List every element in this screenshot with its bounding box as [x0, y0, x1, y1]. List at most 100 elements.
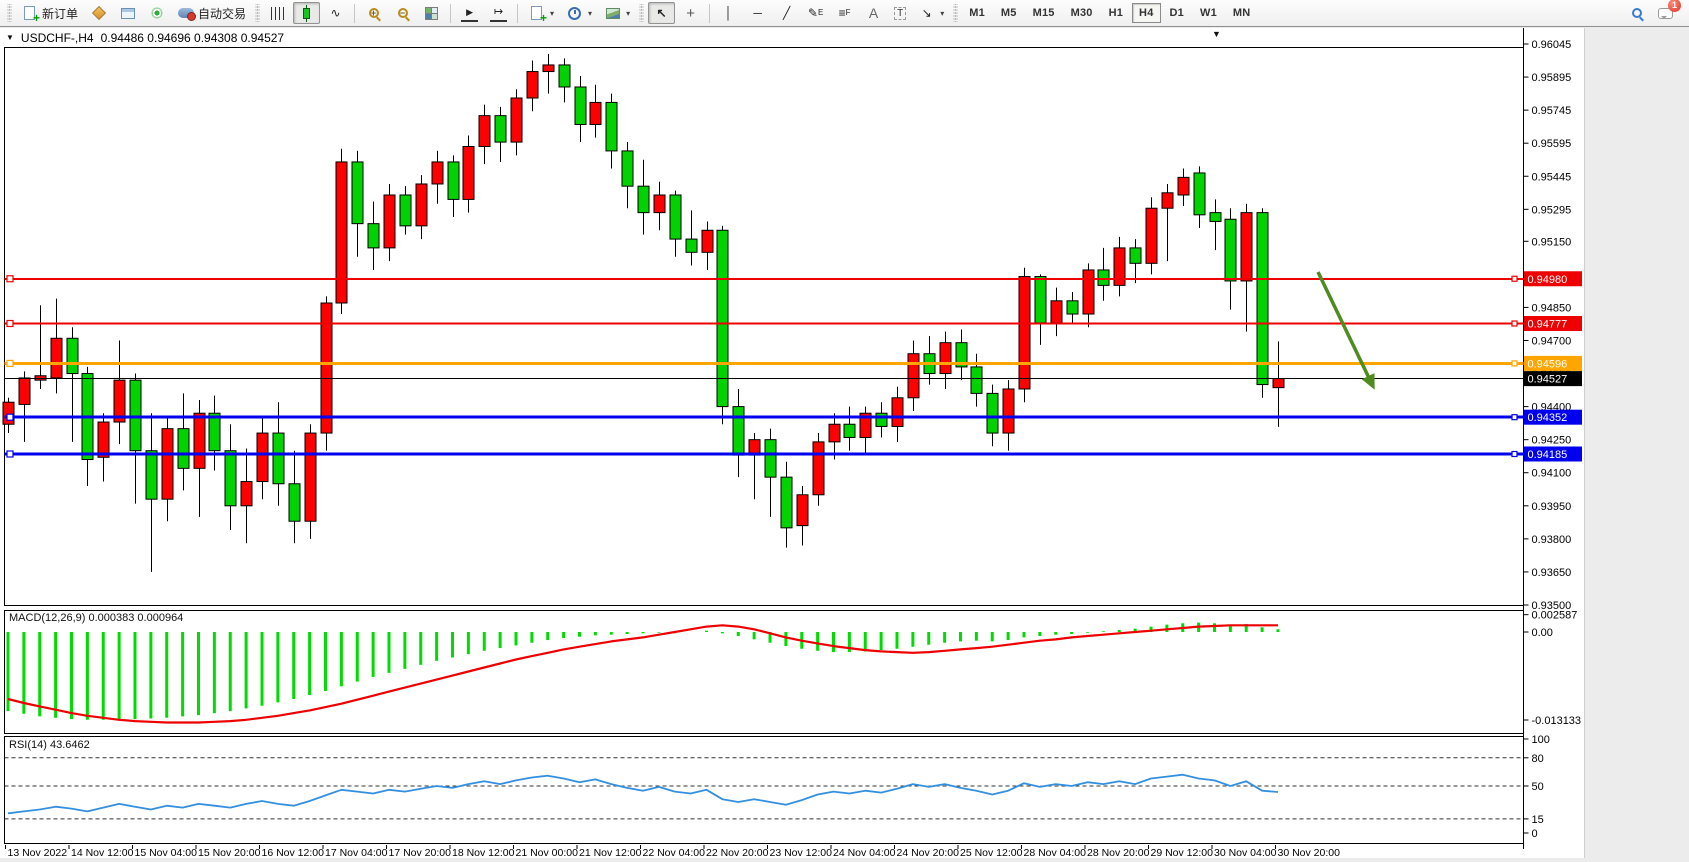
bottom-filler [0, 858, 1689, 862]
horizontal-line-tool-button[interactable]: ─ [744, 2, 771, 24]
fibonacci-icon: ≡F [836, 5, 853, 22]
tile-windows-button[interactable] [418, 2, 445, 24]
svg-text:0.95295: 0.95295 [1532, 204, 1572, 216]
mt4-terminal: { "toolbar": { "new_order_label": "新订单",… [0, 0, 1689, 862]
tf-button-m1[interactable]: M1 [962, 3, 992, 23]
fibonacci-tool-button[interactable]: ≡F [831, 2, 858, 24]
svg-text:0.002587: 0.002587 [1532, 610, 1578, 622]
auto-scroll-button[interactable]: ▶ [456, 2, 483, 24]
collapse-icon[interactable]: ▼ [6, 33, 14, 42]
clock-icon [568, 7, 581, 20]
svg-text:0.94700: 0.94700 [1532, 335, 1572, 347]
window-icon [121, 8, 135, 19]
auto-scroll-icon: ▶ [461, 5, 478, 22]
text-label-tool-button[interactable]: T [889, 2, 911, 24]
templates-button[interactable]: ▾ [599, 2, 635, 24]
channel-icon: ✎E [807, 5, 824, 22]
arrows-tool-button[interactable]: ↘ ▾ [913, 2, 949, 24]
toolbar-grip[interactable] [255, 4, 260, 22]
arrows-icon: ↘ [918, 5, 935, 22]
chart-shift-marker-icon[interactable]: ▼ [1212, 29, 1221, 39]
horiz-line-icon: ─ [749, 5, 766, 22]
svg-text:0: 0 [1532, 828, 1538, 840]
line-chart-button[interactable]: ∿ [322, 2, 349, 24]
tf-button-m30[interactable]: M30 [1064, 3, 1100, 23]
template-icon [606, 8, 620, 19]
bar-chart-button[interactable] [264, 2, 291, 24]
tf-button-d1[interactable]: D1 [1163, 3, 1191, 23]
signal-icon [151, 7, 163, 19]
trendline-tool-button[interactable]: ╱ [773, 2, 800, 24]
svg-text:0.93650: 0.93650 [1532, 567, 1572, 579]
svg-text:100: 100 [1532, 734, 1550, 746]
tile-windows-icon [425, 7, 438, 20]
chart-window: 0.960450.958950.957450.955950.954450.952… [0, 28, 1689, 862]
new-order-label: 新订单 [42, 5, 78, 22]
rsi-indicator-label: RSI(14) 43.6462 [9, 739, 90, 751]
auto-trading-button[interactable]: 自动交易 [172, 2, 251, 24]
svg-text:0.94100: 0.94100 [1532, 468, 1572, 480]
auto-trading-icon [178, 8, 194, 18]
cursor-tool-button[interactable]: ↖ [648, 2, 675, 24]
svg-text:0.94596: 0.94596 [1528, 358, 1568, 370]
svg-text:0.95595: 0.95595 [1532, 138, 1572, 150]
periods-button[interactable]: ▾ [561, 2, 597, 24]
zoom-out-button[interactable]: − [389, 2, 416, 24]
svg-text:-0.013133: -0.013133 [1532, 715, 1582, 727]
candlestick-chart-button[interactable] [293, 2, 320, 24]
trendline-icon: ╱ [778, 5, 795, 22]
chart-shift-button[interactable]: ↦ [485, 2, 512, 24]
channel-tool-button[interactable]: ✎E [802, 2, 829, 24]
svg-text:0.94980: 0.94980 [1528, 274, 1568, 286]
svg-text:0.93800: 0.93800 [1532, 534, 1572, 546]
zoom-in-icon: + [369, 8, 379, 18]
toolbar-grip[interactable] [953, 4, 958, 22]
vertical-line-tool-button[interactable]: │ [715, 2, 742, 24]
vert-line-icon: │ [720, 5, 737, 22]
new-order-icon: + [24, 6, 35, 20]
market-watch-button[interactable] [114, 2, 141, 24]
new-chart-button[interactable]: + ▾ [523, 2, 559, 24]
svg-text:0.94850: 0.94850 [1532, 302, 1572, 314]
right-panel-filler [1584, 28, 1689, 862]
bar-chart-icon [271, 7, 284, 20]
svg-text:0.95150: 0.95150 [1532, 236, 1572, 248]
toolbar-grip[interactable] [639, 4, 644, 22]
svg-text:0.93950: 0.93950 [1532, 501, 1572, 513]
price-tag-button[interactable] [85, 2, 112, 24]
svg-text:0.94185: 0.94185 [1528, 449, 1568, 461]
macd-indicator-label: MACD(12,26,9) 0.000383 0.000964 [9, 612, 183, 624]
candlestick-icon [303, 8, 310, 19]
signal-button[interactable] [143, 2, 170, 24]
toolbar-grip[interactable] [7, 4, 12, 22]
crosshair-icon: + [682, 5, 699, 22]
chart-canvas[interactable]: 0.960450.958950.957450.955950.954450.952… [0, 28, 1689, 862]
search-button[interactable] [1628, 5, 1645, 22]
tf-button-w1[interactable]: W1 [1193, 3, 1224, 23]
chart-title-ohlc: 0.94486 0.94696 0.94308 0.94527 [101, 31, 285, 45]
chart-shift-icon: ↦ [490, 5, 507, 22]
tf-button-h4[interactable]: H4 [1132, 3, 1160, 23]
zoom-in-button[interactable]: + [360, 2, 387, 24]
crosshair-tool-button[interactable]: + [677, 2, 704, 24]
svg-text:0.95745: 0.95745 [1532, 105, 1572, 117]
tf-button-m5[interactable]: M5 [994, 3, 1024, 23]
tf-button-mn[interactable]: MN [1226, 3, 1258, 23]
notification-badge: 1 [1668, 0, 1681, 12]
dropdown-arrow-icon: ▾ [588, 9, 592, 18]
cursor-icon: ↖ [653, 5, 670, 22]
svg-text:0.94527: 0.94527 [1528, 374, 1568, 386]
chart-title-bar[interactable]: ▼ USDCHF-,H4 0.94486 0.94696 0.94308 0.9… [0, 28, 1523, 47]
main-toolbar: + 新订单 自动交易 ∿ + − ▶ ↦ + ▾ ▾ ▾ ↖ + │ ─ ╱ ✎… [0, 0, 1689, 27]
text-tool-button[interactable]: A [860, 2, 887, 24]
svg-text:0.00: 0.00 [1532, 627, 1553, 639]
new-order-button[interactable]: + 新订单 [16, 2, 83, 24]
new-chart-icon: + [531, 6, 542, 20]
tf-button-h1[interactable]: H1 [1102, 3, 1130, 23]
line-chart-icon: ∿ [327, 5, 344, 22]
dropdown-arrow-icon: ▾ [626, 9, 630, 18]
text-icon: A [865, 5, 882, 22]
notifications-button[interactable]: 1 [1657, 5, 1674, 22]
svg-text:80: 80 [1532, 753, 1544, 765]
tf-button-m15[interactable]: M15 [1026, 3, 1062, 23]
